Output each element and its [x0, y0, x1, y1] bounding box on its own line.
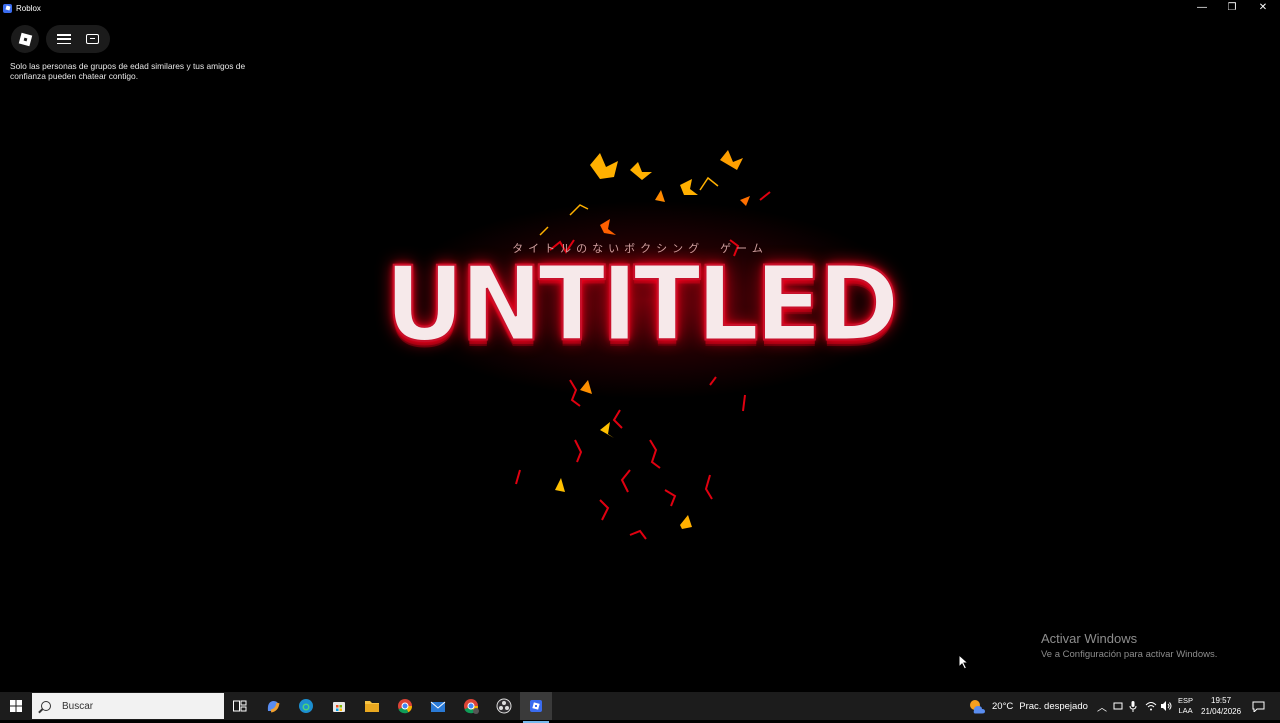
clock-time: 19:57: [1211, 696, 1232, 705]
minimize-button[interactable]: —: [1187, 0, 1217, 15]
chrome-icon[interactable]: [395, 696, 415, 716]
weather-temp: 20°C: [992, 700, 1014, 712]
network-icon[interactable]: [1145, 692, 1157, 720]
notification-center-button[interactable]: [1252, 692, 1265, 720]
language-indicator[interactable]: ESP LAA: [1178, 692, 1193, 720]
window-title: Roblox: [16, 3, 41, 13]
start-button[interactable]: [0, 692, 32, 720]
minimize-icon: —: [1197, 2, 1207, 13]
window-titlebar[interactable]: Roblox — ❐ ✕: [0, 0, 1280, 16]
keyboard-layout: LAA: [1178, 706, 1193, 715]
weather-icon: [970, 700, 985, 714]
volume-icon[interactable]: [1160, 692, 1172, 720]
watermark-title: Activar Windows: [1041, 631, 1138, 646]
mail-icon[interactable]: [428, 696, 448, 716]
store-icon[interactable]: [329, 696, 349, 716]
windows-logo-icon: [10, 700, 22, 712]
mouse-cursor-icon: [958, 654, 970, 670]
taskbar: Buscar 20°C Prac. despejado ︿ ESP LAA 19…: [0, 692, 1280, 723]
roblox-app-icon: [3, 3, 12, 13]
activate-windows-watermark: Activar Windows Ve a Configuración para …: [1041, 631, 1217, 660]
meet-now-icon[interactable]: [1113, 692, 1123, 720]
close-icon: ✕: [1258, 2, 1268, 13]
chat-notice-text: Solo las personas de grupos de edad simi…: [10, 61, 246, 81]
game-logo-text: UNTITLED: [384, 244, 901, 366]
notification-icon: [1252, 701, 1265, 712]
clock-date: 21/04/2026: [1201, 707, 1242, 716]
weather-text: Prac. despejado: [1019, 700, 1088, 712]
show-hidden-icons-button[interactable]: ︿: [1097, 692, 1107, 720]
obs-icon[interactable]: [494, 696, 514, 716]
watermark-subtitle: Ve a Configuración para activar Windows.: [1041, 649, 1218, 660]
roblox-menu-button[interactable]: [11, 25, 39, 53]
task-view-icon[interactable]: [230, 696, 250, 716]
chrome-profile-icon[interactable]: [461, 696, 481, 716]
search-icon: [41, 701, 51, 711]
language-code: ESP: [1178, 696, 1194, 705]
search-placeholder: Buscar: [62, 700, 94, 712]
chat-icon[interactable]: [86, 34, 100, 44]
roblox-logo-icon: [18, 32, 32, 46]
copilot-icon[interactable]: [263, 696, 283, 716]
chevron-up-icon: ︿: [1097, 702, 1107, 714]
hamburger-menu-icon[interactable]: [56, 34, 71, 44]
taskbar-search-box[interactable]: Buscar: [32, 693, 224, 719]
close-button[interactable]: ✕: [1248, 0, 1278, 15]
menu-button-group: [46, 25, 110, 53]
file-explorer-icon[interactable]: [362, 696, 382, 716]
restore-button[interactable]: ❐: [1217, 0, 1247, 15]
microphone-icon[interactable]: [1129, 692, 1137, 720]
weather-widget[interactable]: 20°C Prac. despejado: [968, 692, 1088, 720]
edge-icon[interactable]: [296, 696, 316, 716]
clock[interactable]: 19:57 21/04/2026: [1201, 692, 1241, 720]
roblox-taskbar-icon[interactable]: [520, 692, 552, 723]
restore-icon: ❐: [1227, 2, 1237, 13]
